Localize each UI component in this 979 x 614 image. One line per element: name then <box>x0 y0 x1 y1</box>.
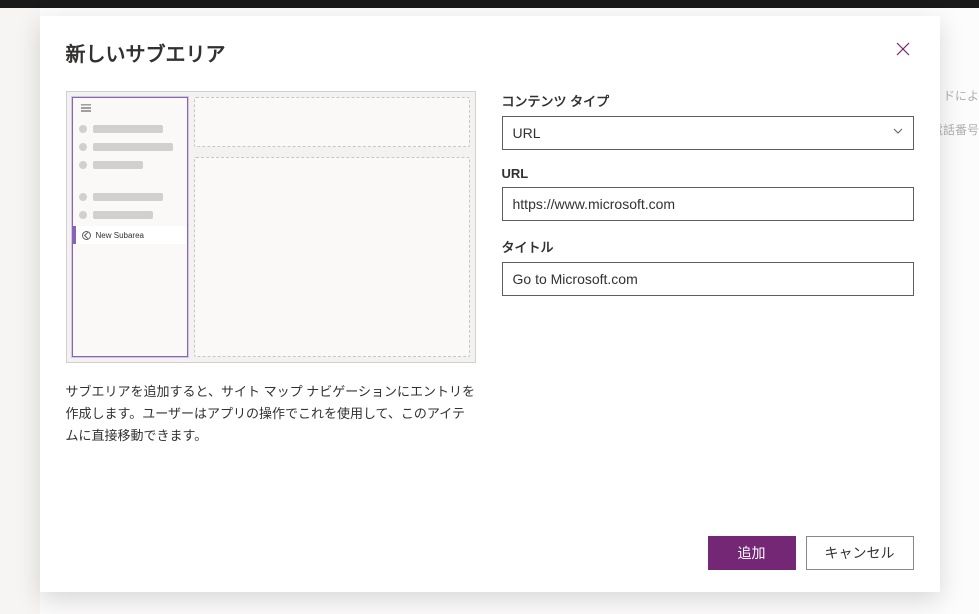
preview-nav-item <box>79 158 181 172</box>
title-input[interactable] <box>502 262 914 296</box>
preview-sidebar: New Subarea <box>72 97 188 357</box>
preview-placeholder-bottom <box>194 157 470 357</box>
dialog-title: 新しいサブエリア <box>66 38 226 67</box>
hamburger-icon <box>81 104 91 112</box>
dialog-header: 新しいサブエリア <box>40 16 940 81</box>
help-text: サブエリアを追加すると、サイト マップ ナビゲーションにエントリを作成します。ユ… <box>66 381 476 447</box>
title-label: タイトル <box>502 237 914 256</box>
preview-placeholder-top <box>194 97 470 147</box>
new-subarea-dialog: 新しいサブエリア <box>40 16 940 592</box>
add-button[interactable]: 追加 <box>708 536 796 570</box>
content-type-group: コンテンツ タイプ URL <box>502 91 914 150</box>
preview-nav-item <box>79 190 181 204</box>
close-button[interactable] <box>892 38 914 62</box>
preview-illustration: New Subarea <box>66 91 476 363</box>
close-icon <box>896 42 910 56</box>
preview-new-subarea: New Subarea <box>73 226 187 244</box>
dialog-body: New Subarea サブエリアを追加すると、サイト マップ ナビゲーションに… <box>40 81 940 518</box>
preview-nav-item <box>79 208 181 222</box>
content-type-select[interactable]: URL <box>502 116 914 150</box>
right-column: コンテンツ タイプ URL URL タイトル <box>502 91 914 518</box>
preview-main <box>194 97 470 357</box>
modal-overlay: 新しいサブエリア <box>0 8 979 614</box>
left-column: New Subarea サブエリアを追加すると、サイト マップ ナビゲーションに… <box>66 91 476 518</box>
url-input[interactable] <box>502 187 914 221</box>
title-group: タイトル <box>502 237 914 296</box>
cancel-button[interactable]: キャンセル <box>806 536 914 570</box>
preview-nav-item <box>79 122 181 136</box>
content-type-label: コンテンツ タイプ <box>502 91 914 110</box>
url-label: URL <box>502 166 914 181</box>
dialog-footer: 追加 キャンセル <box>40 518 940 592</box>
url-group: URL <box>502 166 914 221</box>
preview-nav-item <box>79 140 181 154</box>
preview-subarea-label: New Subarea <box>96 231 144 240</box>
globe-icon <box>82 231 91 240</box>
